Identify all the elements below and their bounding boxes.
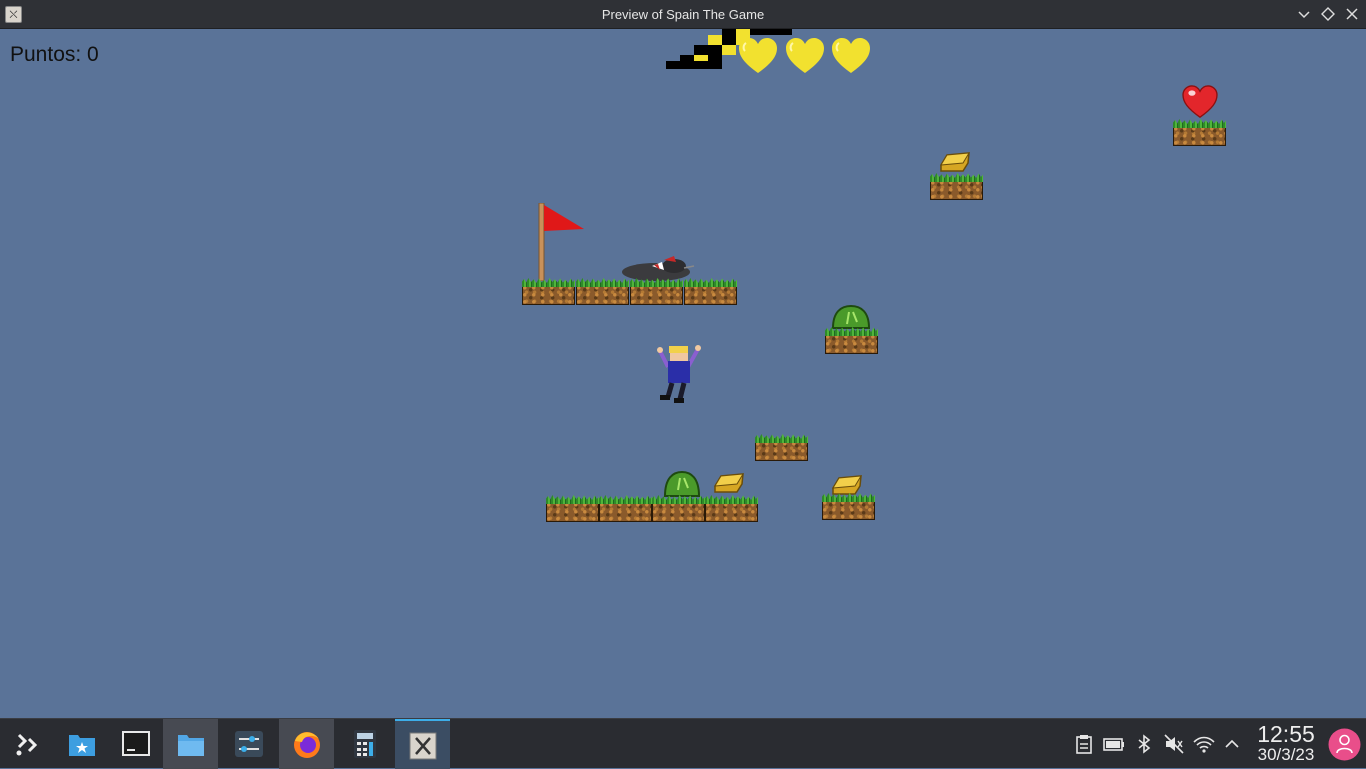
clock-date[interactable]: 30/3/23 <box>1250 745 1322 765</box>
volume-muted-icon[interactable] <box>1163 733 1185 755</box>
diamond-icon <box>1321 7 1335 21</box>
taskbar-system-settings[interactable] <box>221 719 276 769</box>
taskbar-spain-the-game[interactable] <box>395 719 450 769</box>
grass-platform <box>1173 119 1226 146</box>
minimize-button[interactable] <box>1295 5 1313 23</box>
folder-icon <box>178 735 204 756</box>
taskbar-discover[interactable] <box>54 719 109 769</box>
grass-platform <box>684 278 737 305</box>
taskbar-calculator[interactable] <box>337 719 392 769</box>
game-window-icon <box>409 732 437 760</box>
green-slime-icon <box>663 470 701 497</box>
chevron-down-icon <box>1298 11 1310 19</box>
taskbar-terminal[interactable] <box>108 719 163 769</box>
maximize-button[interactable] <box>1319 5 1337 23</box>
grass-platform <box>930 173 983 200</box>
user-avatar[interactable] <box>1328 728 1361 761</box>
taskbar-app-launcher[interactable] <box>0 719 55 769</box>
clipboard-icon[interactable] <box>1073 733 1095 755</box>
taskbar-firefox[interactable] <box>279 719 334 769</box>
grass-platform <box>825 327 878 354</box>
clock-time[interactable]: 12:55 <box>1254 721 1318 748</box>
grass-platform <box>630 278 683 305</box>
red-flag-icon <box>538 203 584 281</box>
grass-platform <box>705 495 758 522</box>
battery-icon[interactable] <box>1103 733 1125 755</box>
grass-platform <box>522 278 575 305</box>
calculator-icon <box>354 730 376 758</box>
close-button[interactable] <box>1343 5 1361 23</box>
window-titlebar: ⛌ Preview of Spain The Game <box>0 0 1366 29</box>
player-character <box>657 345 701 403</box>
settings-sliders-icon <box>235 731 263 757</box>
grass-platform <box>652 495 705 522</box>
grass-platform <box>822 493 875 520</box>
bluetooth-icon[interactable] <box>1133 733 1155 755</box>
gold-bar-icon <box>940 152 970 172</box>
taskbar-file-manager[interactable] <box>163 719 218 769</box>
gold-bar-icon <box>714 473 744 493</box>
life-heart-icon <box>832 38 870 73</box>
launcher-icon <box>16 733 38 756</box>
taskbar <box>0 718 1366 769</box>
store-folder-icon <box>69 735 95 756</box>
life-heart-icon <box>739 38 777 73</box>
terminal-icon <box>122 731 150 756</box>
grass-platform <box>755 434 808 461</box>
close-icon <box>1346 8 1358 20</box>
chevron-up-icon[interactable] <box>1221 733 1243 755</box>
grass-platform <box>599 495 652 522</box>
game-canvas[interactable]: Puntos: 0 <box>0 29 1366 718</box>
heart-pickup-icon <box>1182 85 1218 119</box>
window-title: Preview of Spain The Game <box>601 7 765 22</box>
score-label: Puntos: 0 <box>10 43 99 66</box>
firefox-icon <box>294 732 320 758</box>
grass-platform <box>546 495 599 522</box>
grass-platform <box>576 278 629 305</box>
wifi-icon[interactable] <box>1193 733 1215 755</box>
life-heart-icon <box>786 38 824 73</box>
